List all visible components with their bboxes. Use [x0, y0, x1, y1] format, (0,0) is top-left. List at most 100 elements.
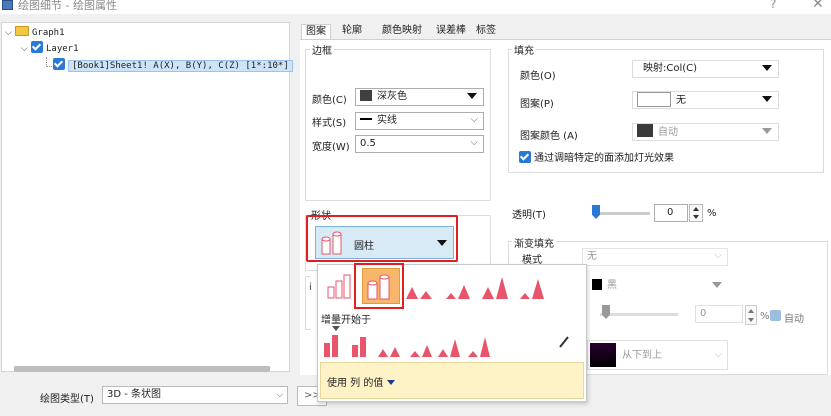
gradient-mode-value: 无: [587, 251, 597, 262]
window-title: 绘图细节 - 绘图属性: [18, 0, 117, 12]
transparency-unit: %: [707, 208, 717, 219]
help-button[interactable]: ?: [770, 0, 776, 11]
transparency-slider-track[interactable]: [594, 212, 650, 215]
gradient-direction-value: 从下到上: [622, 350, 662, 361]
chevron-down-icon[interactable]: [386, 380, 395, 385]
chevron-down-icon: ⌵: [470, 137, 478, 148]
border-color-select[interactable]: 深灰色: [355, 88, 484, 106]
gradient-unit: %: [760, 311, 770, 322]
chevron-down-icon: ⌵: [714, 349, 722, 360]
chevron-down-icon: [712, 282, 722, 288]
tree-item-label: Layer1: [46, 44, 79, 54]
gradient-color-value: 黑: [607, 280, 617, 291]
plot-type-select[interactable]: 3D - 条状图 ⌵: [102, 386, 288, 404]
fill-color-value: 映射:Col(C): [643, 63, 698, 74]
color-swatch: [360, 90, 372, 101]
color-swatch: [592, 279, 602, 290]
pattern-color-value: 自动: [658, 127, 678, 138]
shape-option-cone-icon: [446, 285, 470, 299]
border-color-label: 颜色(C): [312, 95, 347, 106]
transparency-spinner[interactable]: [689, 204, 703, 222]
chevron-down-icon: [762, 65, 772, 71]
border-style-label: 样式(S): [312, 118, 347, 129]
chevron-down-icon: [762, 96, 772, 102]
line-style-icon: [360, 118, 372, 120]
gradient-preview: [590, 343, 616, 367]
shape-highlight-box: [306, 215, 458, 262]
tree-item-label: [Book1]Sheet1! A(X), B(Y), C(Z) [1*:10*]: [68, 60, 293, 72]
plot-checkbox[interactable]: [53, 58, 65, 70]
gradient-color-select[interactable]: 黑: [587, 277, 729, 295]
border-width-value: 0.5: [360, 138, 376, 149]
shape-options-row-2: [324, 335, 569, 357]
pattern-color-select[interactable]: 自动: [632, 123, 779, 141]
light-effect-label: 通过调暗特定的面添加灯光效果: [534, 153, 674, 164]
chevron-down-icon: ⌵: [470, 114, 478, 125]
chevron-down-icon: [467, 93, 477, 99]
layer-checkbox[interactable]: [31, 41, 43, 53]
pattern-color-label: 图案颜色 (A): [520, 131, 578, 142]
shape-option-pyramid-icon: [406, 287, 432, 299]
light-effect-row[interactable]: 通过调暗特定的面添加灯光效果: [519, 149, 674, 164]
spin-down-icon[interactable]: [693, 215, 699, 219]
transparency-input[interactable]: 0: [654, 204, 688, 222]
shape-option-cone2-icon: [482, 277, 508, 299]
tab-outline[interactable]: 轮廓: [338, 24, 366, 40]
increment-label: 增量开始于: [321, 315, 371, 326]
use-column-values-footer[interactable]: 使用 列 的值: [320, 362, 584, 399]
plot-type-label: 绘图类型(T): [40, 394, 94, 405]
tab-label[interactable]: 标签: [472, 24, 500, 40]
increment-group-fragment: i: [309, 282, 312, 293]
color-swatch: [637, 124, 653, 137]
border-width-select[interactable]: 0.5 ⌵: [355, 135, 484, 153]
fill-group-title: 填充: [512, 42, 536, 57]
border-style-value: 实线: [377, 115, 397, 126]
shape-option-highlight-box: [354, 263, 404, 309]
tree-item-plot[interactable]: [Book1]Sheet1! A(X), B(Y), C(Z) [1*:10*]: [53, 58, 293, 74]
tree-item-layer[interactable]: ⌵ Layer1: [21, 41, 79, 57]
shape-option-bar-icon: [327, 274, 351, 299]
chevron-down-icon: ⌵: [276, 390, 283, 399]
gradient-slider-track[interactable]: [600, 313, 678, 316]
fill-pattern-label: 图案(P): [520, 99, 554, 110]
shape-option-cone3-icon: [520, 279, 544, 299]
gradient-direction-select[interactable]: 从下到上 ⌵: [587, 340, 728, 370]
plot-type-value: 3D - 条状图: [107, 389, 162, 400]
close-button[interactable]: ✕: [812, 0, 824, 12]
fill-pattern-select[interactable]: 无: [632, 91, 779, 109]
transparency-label: 透明(T): [512, 210, 546, 221]
light-effect-checkbox[interactable]: [519, 151, 531, 163]
plot-tree: ⌵ Graph1 ⌵ Layer1 [Book1]Sheet1! A(X), B(Y…: [1, 22, 293, 372]
spin-up-icon[interactable]: [693, 207, 699, 211]
fill-pattern-value: 无: [676, 95, 686, 106]
folder-icon: [15, 26, 29, 36]
gradient-mode-select[interactable]: 无 ⌵: [582, 248, 728, 266]
border-color-value: 深灰色: [377, 91, 407, 102]
app-icon: [2, 0, 13, 10]
chevron-down-icon[interactable]: ⌵: [5, 25, 15, 41]
border-width-label: 宽度(W): [312, 142, 350, 153]
fill-color-label: 颜色(O): [520, 71, 556, 82]
pencil-icon: [559, 336, 569, 348]
gradient-spin-input[interactable]: 0: [695, 305, 743, 323]
chevron-down-icon: [762, 128, 772, 134]
chevron-down-icon[interactable]: ⌵: [21, 41, 31, 57]
spin-up-icon[interactable]: [748, 309, 754, 313]
shape-popup: 增量开始于 使用 列 的值: [317, 263, 587, 402]
gradient-auto-checkbox[interactable]: [770, 310, 781, 321]
tab-pattern[interactable]: 图案: [301, 24, 331, 40]
tab-colormap[interactable]: 颜色映射: [378, 24, 426, 40]
fill-color-select[interactable]: 映射:Col(C): [632, 60, 779, 78]
title-bar: 绘图细节 - 绘图属性 ? ✕: [0, 0, 831, 14]
tab-error-bar[interactable]: 误差棒: [432, 24, 470, 40]
spin-down-icon[interactable]: [748, 318, 754, 322]
horizontal-scrollbar[interactable]: [14, 366, 270, 372]
gradient-spin-value: 0: [700, 308, 707, 319]
border-style-select[interactable]: 实线 ⌵: [355, 112, 484, 130]
pattern-swatch: [637, 92, 671, 107]
gradient-group-title: 渐变填充: [512, 235, 556, 250]
tree-item-graph[interactable]: ⌵ Graph1: [5, 25, 65, 41]
gradient-spinner[interactable]: [745, 305, 757, 325]
border-group-title: 边框: [310, 42, 334, 57]
tree-item-label: Graph1: [32, 28, 65, 38]
